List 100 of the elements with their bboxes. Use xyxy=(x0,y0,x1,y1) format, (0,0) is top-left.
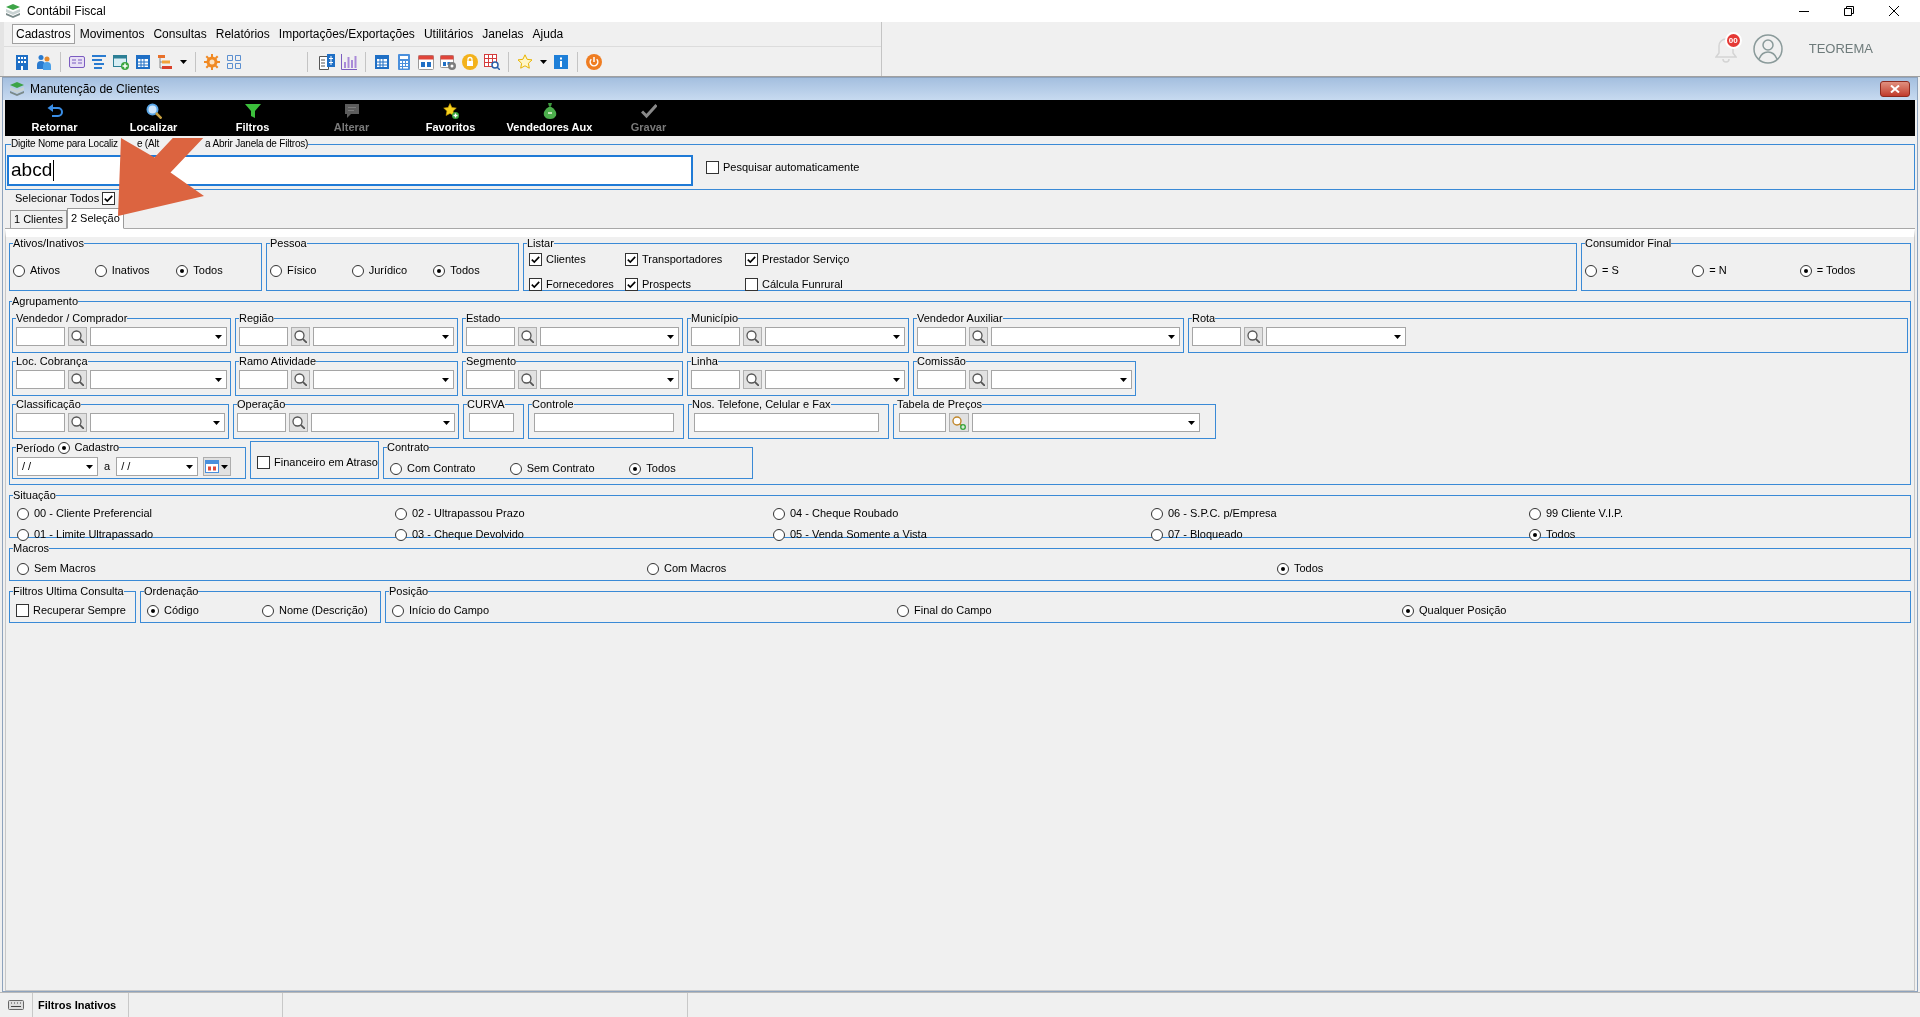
menu-item[interactable]: Relatórios xyxy=(211,24,274,44)
code-field[interactable] xyxy=(691,370,740,389)
bar-chart-icon[interactable] xyxy=(341,53,357,70)
search-button[interactable] xyxy=(291,327,310,346)
building-icon[interactable] xyxy=(14,53,30,70)
search-button[interactable] xyxy=(743,327,762,346)
action-button[interactable]: Filtros xyxy=(203,100,302,136)
checkbox[interactable]: Cálcula Funrural xyxy=(745,277,843,291)
code-field[interactable] xyxy=(899,413,946,432)
dropdown-field[interactable] xyxy=(311,413,455,432)
action-button[interactable]: Localizar xyxy=(104,100,203,136)
radio-button[interactable]: Jurídico xyxy=(351,264,408,277)
menu-item[interactable]: Ajuda xyxy=(528,24,568,44)
power-icon[interactable] xyxy=(586,53,602,70)
lock-icon[interactable] xyxy=(462,53,478,70)
radio-button[interactable]: 01 - Limite Ultrapassado xyxy=(17,528,154,541)
list-icon[interactable] xyxy=(91,53,107,70)
grid-icon[interactable] xyxy=(226,53,242,70)
caret-icon[interactable] xyxy=(539,59,547,64)
radio-button[interactable]: Todos xyxy=(1529,528,1576,541)
radio-button[interactable]: Final do Campo xyxy=(897,604,992,617)
checkbox[interactable]: Transportadores xyxy=(625,253,723,266)
window-plus-icon[interactable] xyxy=(113,53,129,70)
dropdown-field[interactable] xyxy=(972,413,1200,432)
radio-button[interactable]: Todos xyxy=(176,264,223,277)
dropdown-field[interactable] xyxy=(90,327,227,346)
menu-item[interactable]: Movimentos xyxy=(75,24,149,44)
radio-button[interactable]: = Todos xyxy=(1799,264,1856,277)
radio-button[interactable]: Sem Macros xyxy=(17,562,96,575)
action-button[interactable]: Vendedores Aux xyxy=(500,100,599,136)
code-field[interactable] xyxy=(237,413,286,432)
code-field[interactable] xyxy=(16,413,65,432)
code-field[interactable] xyxy=(239,370,288,389)
calendar-button[interactable] xyxy=(203,457,232,476)
radio-button[interactable]: Com Macros xyxy=(647,562,727,575)
dropdown-field[interactable] xyxy=(1266,327,1406,346)
search-field[interactable]: abcd xyxy=(7,155,693,186)
bars-icon[interactable] xyxy=(157,53,173,70)
dropdown-field[interactable]: / / xyxy=(116,457,199,476)
menu-item[interactable]: Utilitários xyxy=(419,24,478,44)
dropdown-field[interactable] xyxy=(540,370,679,389)
info-icon[interactable] xyxy=(553,53,569,70)
radio-button[interactable]: 99 Cliente V.I.P. xyxy=(1529,507,1624,520)
dropdown-field[interactable]: / / xyxy=(17,457,98,476)
radio-button[interactable]: Físico xyxy=(270,264,317,277)
dropdown-field[interactable] xyxy=(90,370,227,389)
code-field[interactable] xyxy=(917,370,966,389)
code-field[interactable] xyxy=(239,327,288,346)
code-field[interactable] xyxy=(917,327,966,346)
checkbox[interactable]: Fornecedores xyxy=(529,277,614,291)
dropdown-field[interactable] xyxy=(313,370,454,389)
radio-button[interactable]: Código xyxy=(147,604,199,617)
menu-item[interactable]: Janelas xyxy=(478,24,528,44)
search-button[interactable] xyxy=(68,327,87,346)
search-button[interactable] xyxy=(68,370,87,389)
search-button[interactable] xyxy=(518,327,537,346)
checkbox[interactable]: Financeiro em Atraso xyxy=(257,456,378,469)
code-field[interactable] xyxy=(466,370,515,389)
radio-button[interactable]: 02 - Ultrapassou Prazo xyxy=(395,507,525,520)
code-field[interactable] xyxy=(691,327,740,346)
bell-icon[interactable] xyxy=(1714,37,1737,63)
checkbox[interactable]: Selecionar Todos xyxy=(15,192,116,205)
dropdown-field[interactable] xyxy=(765,370,905,389)
radio-button[interactable]: Com Contrato xyxy=(390,462,476,475)
radio-button[interactable]: Nome (Descrição) xyxy=(262,604,368,617)
dropdown-field[interactable] xyxy=(540,327,679,346)
checkbox[interactable]: Pesquisar automaticamente xyxy=(706,161,860,174)
menu-item[interactable]: Consultas xyxy=(149,24,211,44)
card-icon[interactable] xyxy=(69,53,85,70)
dropdown-field[interactable] xyxy=(313,327,454,346)
table-search-icon[interactable] xyxy=(484,53,500,70)
search-button[interactable] xyxy=(969,370,988,389)
code-field[interactable] xyxy=(16,327,65,346)
calendar-grid-icon[interactable] xyxy=(135,53,151,70)
search-button[interactable] xyxy=(518,370,537,389)
search-button[interactable] xyxy=(291,370,310,389)
calendar-grid-icon[interactable] xyxy=(374,53,390,70)
dropdown-field[interactable] xyxy=(90,413,225,432)
text-field[interactable] xyxy=(534,413,674,432)
calendar-gear-icon[interactable] xyxy=(440,53,456,70)
people-icon[interactable] xyxy=(36,53,52,70)
radio-button[interactable]: Início do Campo xyxy=(392,604,490,617)
radio-button[interactable]: 00 - Cliente Preferencial xyxy=(17,507,152,520)
radio-button[interactable]: 03 - Cheque Devolvido xyxy=(395,528,524,541)
menu-item[interactable]: Importações/Exportações xyxy=(274,24,419,44)
caret-icon[interactable] xyxy=(179,59,187,64)
star-icon[interactable] xyxy=(517,53,533,70)
dropdown-field[interactable] xyxy=(765,327,905,346)
code-field[interactable] xyxy=(1192,327,1241,346)
checkbox[interactable]: Prestador Serviço xyxy=(745,253,850,266)
radio-button[interactable]: Todos xyxy=(433,264,480,277)
tab[interactable]: 2 Seleção xyxy=(66,208,124,229)
search-add-button[interactable] xyxy=(949,413,969,432)
radio-button[interactable]: Sem Contrato xyxy=(509,462,595,475)
search-button[interactable] xyxy=(289,413,308,432)
radio-button[interactable]: Ativos xyxy=(13,264,60,277)
checkbox[interactable]: Prospects xyxy=(625,277,691,291)
document-icon[interactable] xyxy=(319,53,335,70)
checkbox[interactable]: Clientes xyxy=(529,253,586,266)
action-button[interactable]: Retornar xyxy=(5,100,104,136)
